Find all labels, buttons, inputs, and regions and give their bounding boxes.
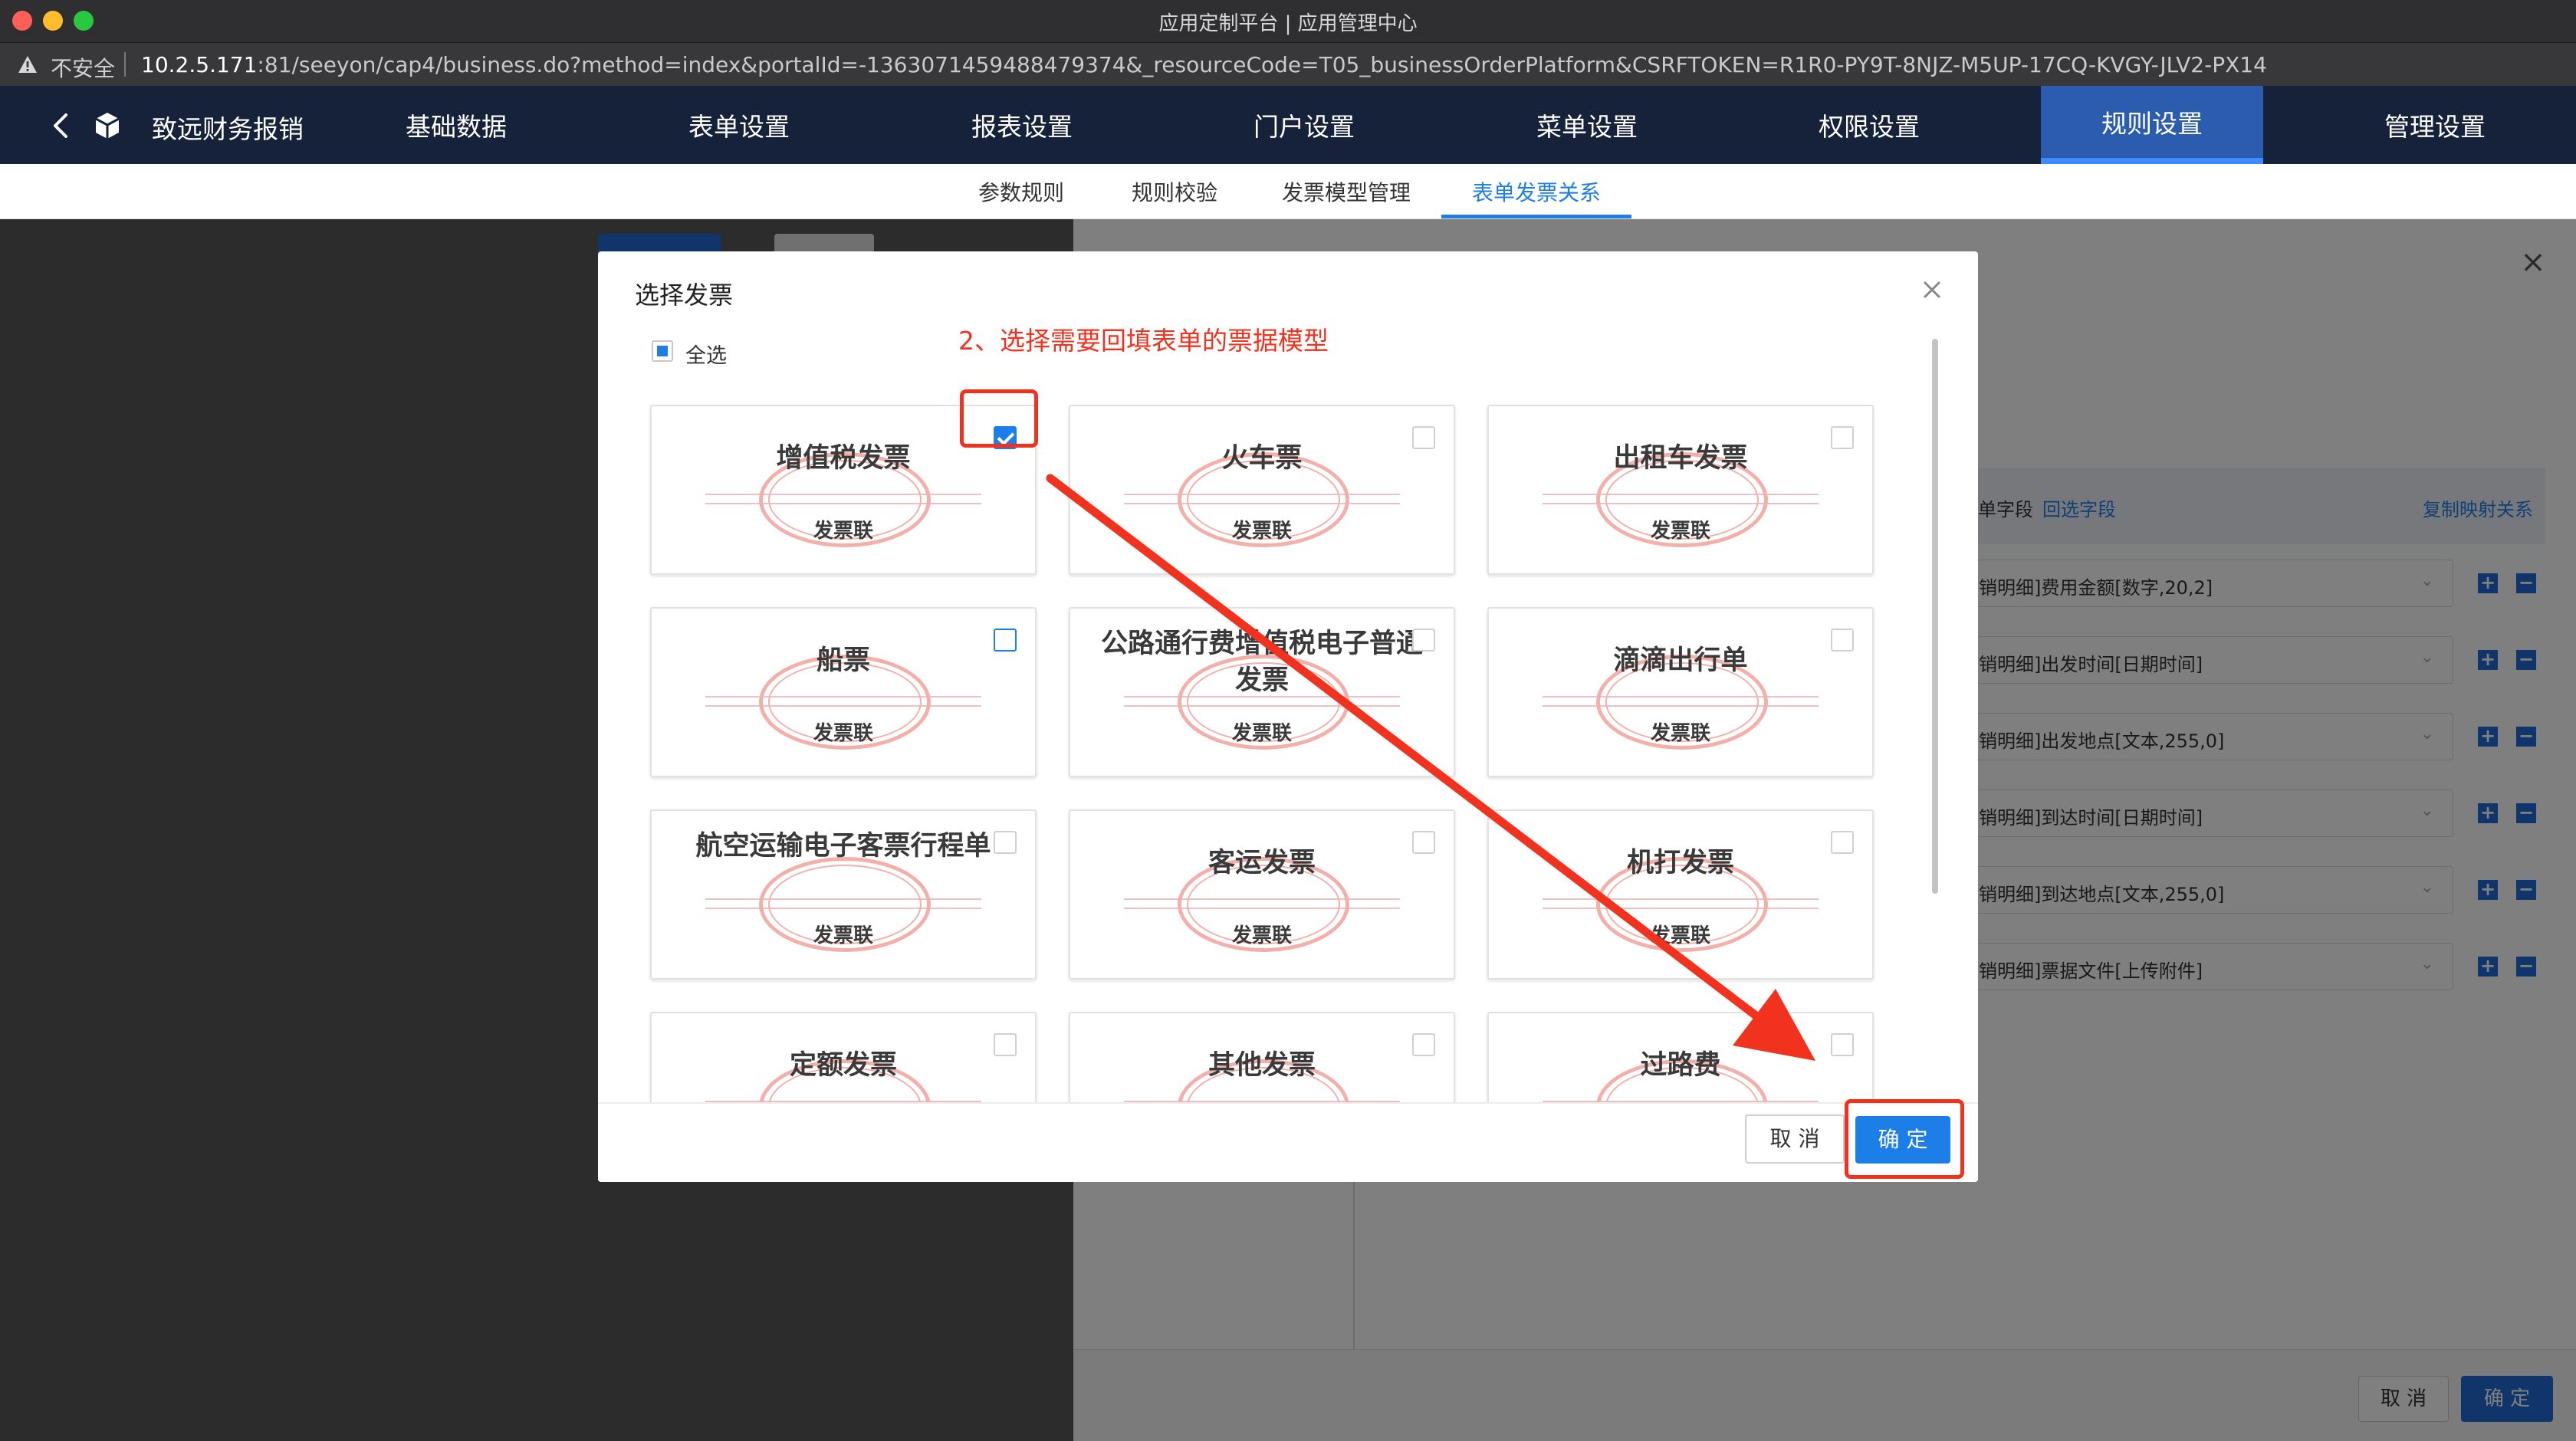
select-invoice-dialog: 选择发票 全选 增值税发票 发票联 火车票 发票联 出租车发票 发票联 船票 发… (598, 251, 1978, 1182)
select-all-checkbox[interactable] (652, 340, 673, 362)
nav-item-label: 门户设置 (1254, 112, 1355, 142)
invoice-name: 航空运输电子客票行程单 (695, 831, 991, 862)
dialog-scrollbar[interactable] (1932, 339, 1938, 894)
address-separator (124, 52, 126, 77)
nav-item-label: 规则设置 (2101, 109, 2203, 139)
invoice-subtitle: 发票联 (1231, 722, 1292, 745)
security-label: 不安全 (51, 56, 116, 81)
invoice-name: 增值税发票 (776, 443, 911, 474)
invoice-card[interactable]: 航空运输电子客票行程单 发票联 (650, 809, 1037, 980)
nav-item-base-data[interactable]: 基础数据 (345, 86, 567, 164)
invoice-name: 其他发票 (1208, 1050, 1316, 1081)
invoice-name: 公路通行费增值税电子普通发票 (1101, 629, 1424, 696)
invoice-card[interactable]: 定额发票 (650, 1012, 1037, 1102)
invoice-card[interactable]: 客运发票 发票联 (1069, 809, 1455, 980)
invoice-checkbox[interactable] (1831, 831, 1854, 854)
invoice-card[interactable]: 滴滴出行单 发票联 (1487, 607, 1874, 777)
url-host: 10.2.5.171 (141, 52, 258, 77)
invoice-checkbox[interactable] (1831, 1033, 1854, 1056)
invoice-checkbox[interactable] (1412, 426, 1435, 449)
tab-invoice-model-management[interactable]: 发票模型管理 (1282, 176, 1411, 207)
select-all-label[interactable]: 全选 (685, 339, 727, 369)
invoice-card[interactable]: 其他发票 (1069, 1012, 1455, 1102)
window-title: 应用定制平台 | 应用管理中心 (1158, 12, 1418, 35)
invoice-name: 滴滴出行单 (1613, 645, 1748, 676)
annotation-note: 2、选择需要回填表单的票据模型 (958, 326, 1329, 356)
invoice-name: 机打发票 (1626, 848, 1734, 878)
url-text[interactable]: 10.2.5.171:81/seeyon/cap4/business.do?me… (141, 52, 2267, 77)
nav-item-label: 表单设置 (688, 112, 790, 142)
invoice-card[interactable]: 出租车发票 发票联 (1487, 405, 1874, 575)
invoice-card[interactable]: 船票 发票联 (650, 607, 1037, 777)
invoice-checkbox[interactable] (1412, 629, 1435, 652)
invoice-name: 客运发票 (1208, 848, 1316, 878)
invoice-name: 火车票 (1221, 443, 1303, 474)
invoice-name: 定额发票 (789, 1050, 897, 1081)
active-tab-indicator (1441, 215, 1631, 218)
annotation-highlight-checkbox (960, 389, 1038, 448)
nav-item-menu-settings[interactable]: 菜单设置 (1476, 86, 1698, 164)
url-path: :81/seeyon/cap4/business.do?method=index… (257, 52, 2267, 77)
invoice-checkbox[interactable] (994, 629, 1017, 652)
tab-form-invoice-relation[interactable]: 表单发票关系 (1472, 176, 1601, 207)
warning-icon (18, 56, 37, 73)
invoice-subtitle: 发票联 (1231, 924, 1292, 947)
nav-item-portal-settings[interactable]: 门户设置 (1193, 86, 1415, 164)
nav-item-label: 权限设置 (1819, 112, 1920, 142)
invoice-subtitle: 发票联 (813, 924, 873, 947)
invoice-card[interactable]: 机打发票 发票联 (1487, 809, 1874, 980)
invoice-subtitle: 发票联 (1650, 722, 1710, 745)
invoice-subtitle: 发票联 (813, 722, 873, 745)
invoice-name: 过路费 (1640, 1050, 1721, 1081)
invoice-card[interactable]: 过路费 (1487, 1012, 1874, 1102)
dialog-title: 选择发票 (635, 281, 734, 310)
invoice-checkbox[interactable] (1831, 629, 1854, 652)
tab-rule-validation[interactable]: 规则校验 (1132, 176, 1217, 207)
sub-tabs: 参数规则 规则校验 发票模型管理 表单发票关系 (0, 164, 2576, 219)
invoice-subtitle: 发票联 (1650, 520, 1710, 543)
invoice-checkbox[interactable] (1412, 1033, 1435, 1056)
cancel-button[interactable]: 取 消 (1745, 1114, 1845, 1164)
nav-item-label: 管理设置 (2384, 112, 2486, 142)
invoice-card[interactable]: 火车票 发票联 (1069, 405, 1455, 575)
invoice-checkbox[interactable] (994, 1033, 1017, 1056)
nav-item-form-settings[interactable]: 表单设置 (628, 86, 850, 164)
invoice-checkbox[interactable] (1831, 426, 1854, 449)
nav-item-permission-settings[interactable]: 权限设置 (1758, 86, 1980, 164)
nav-item-label: 菜单设置 (1536, 112, 1638, 142)
invoice-list: 全选 增值税发票 发票联 火车票 发票联 出租车发票 发票联 船票 发票联 公路… (598, 328, 1978, 1102)
address-bar[interactable]: 不安全 10.2.5.171:81/seeyon/cap4/business.d… (0, 43, 2576, 86)
invoice-name: 出租车发票 (1613, 443, 1748, 474)
tab-param-rules[interactable]: 参数规则 (978, 176, 1064, 207)
invoice-checkbox[interactable] (1412, 831, 1435, 854)
invoice-checkbox[interactable] (994, 831, 1017, 854)
cube-icon (95, 113, 120, 139)
back-icon[interactable] (48, 110, 75, 141)
close-icon[interactable] (1917, 274, 1947, 305)
nav-item-label: 基础数据 (406, 112, 507, 142)
nav-item-report-settings[interactable]: 报表设置 (911, 86, 1133, 164)
app-nav: 致远财务报销 基础数据 表单设置 报表设置 门户设置 菜单设置 权限设置 规则设… (0, 86, 2576, 164)
annotation-highlight-confirm (1845, 1099, 1964, 1179)
window-titlebar: 应用定制平台 | 应用管理中心 (0, 0, 2576, 43)
invoice-card[interactable]: 公路通行费增值税电子普通发票 发票联 (1069, 607, 1455, 777)
invoice-name: 船票 (816, 645, 870, 676)
nav-item-rule-settings[interactable]: 规则设置 (2041, 86, 2263, 164)
app-brand: 致远财务报销 (152, 114, 304, 144)
invoice-subtitle: 发票联 (1650, 924, 1710, 947)
invoice-subtitle: 发票联 (813, 520, 873, 543)
nav-item-label: 报表设置 (971, 112, 1073, 142)
invoice-subtitle: 发票联 (1231, 520, 1292, 543)
nav-item-admin-settings[interactable]: 管理设置 (2324, 86, 2546, 164)
